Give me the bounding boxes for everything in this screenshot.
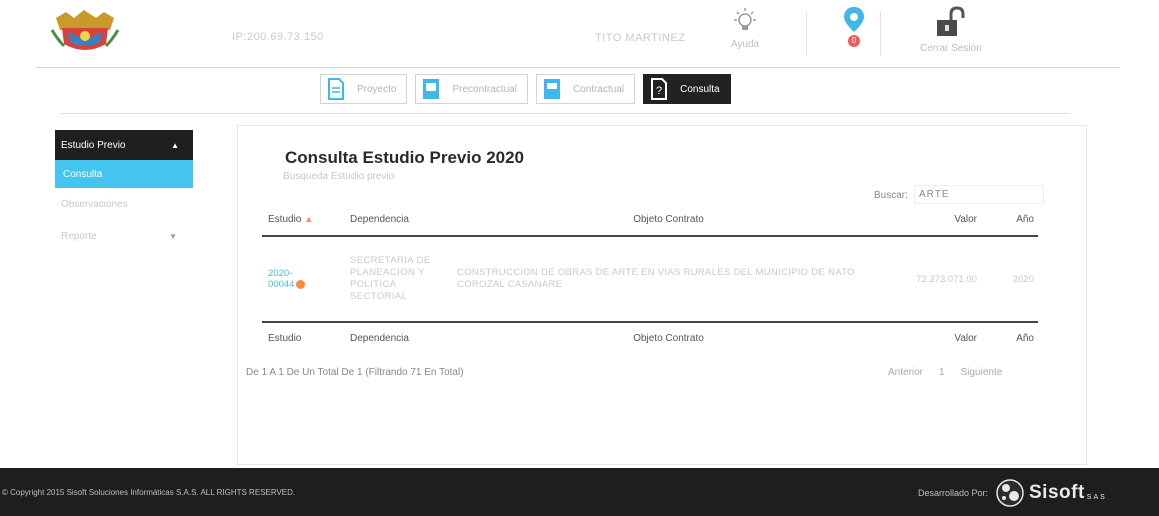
column-header-dependencia[interactable]: Dependencia	[349, 203, 449, 237]
footer: © Copyright 2015 Sisoft Soluciones Infor…	[0, 468, 1159, 516]
table-header-row: Estudio ▲ Dependencia Objeto Contrato Val…	[262, 203, 1038, 237]
ip-address: IP:200.69.73.150	[232, 31, 324, 43]
chevron-down-icon: ▼	[169, 231, 177, 241]
pagination-page-1[interactable]: 1	[939, 367, 945, 378]
svg-text:?: ?	[656, 85, 662, 97]
developed-by-label: Desarrollado Por:	[918, 488, 989, 498]
page-title: Consulta Estudio Previo 2020	[285, 148, 525, 167]
search-input[interactable]	[914, 185, 1044, 204]
sort-icon: ▲	[304, 213, 314, 224]
tab-label: Precontractual	[452, 83, 517, 95]
column-footer-objeto: Objeto Contrato	[449, 321, 888, 353]
tab-label: Consulta	[680, 83, 720, 95]
tab-consulta[interactable]: ? Consulta	[643, 74, 731, 104]
results-table: Estudio ▲ Dependencia Objeto Contrato Val…	[262, 203, 1038, 353]
tab-label: Contractual	[572, 83, 625, 95]
tab-contractual[interactable]: Contractual	[535, 74, 636, 104]
sidebar-item-observaciones[interactable]: Observaciones	[55, 188, 193, 220]
module-tabs: Proyecto Precontractual Contractual ? Co…	[320, 74, 731, 104]
logout-button[interactable]: Cerrar Sesión	[920, 6, 982, 54]
column-footer-valor: Valor	[888, 321, 983, 353]
page-subtitle: Busqueda Estudio previo	[283, 171, 395, 182]
table-row: 2020- 00044 SECRETARIA DE PLANEACION Y PO…	[262, 236, 1038, 323]
search-label: Buscar:	[874, 190, 908, 201]
document-filled-icon	[541, 78, 563, 100]
pagination-next[interactable]: Siguiente	[961, 367, 1003, 378]
tab-label: Proyecto	[357, 83, 397, 95]
pagination-previous[interactable]: Anterior	[888, 367, 923, 378]
question-document-icon: ?	[648, 78, 670, 100]
sidebar-item-label: Consulta	[63, 168, 103, 180]
table-info: De 1 A 1 De Un Total De 1 (Filtrando 71 …	[246, 367, 464, 378]
notifications-button[interactable]: 0	[842, 6, 866, 47]
tab-proyecto[interactable]: Proyecto	[320, 74, 408, 104]
sisoft-suffix: SAS	[1086, 493, 1107, 501]
column-header-estudio[interactable]: Estudio ▲	[262, 203, 349, 237]
sisoft-brand: Sisoft	[1029, 482, 1085, 503]
top-bar: IP:200.69.73.150 TITO MARTINEZ Ayuda 0 C…	[0, 0, 1159, 70]
ano-cell: 2020	[983, 236, 1038, 323]
sidebar-section-label: Estudio Previo	[61, 139, 126, 151]
municipality-logo	[50, 10, 120, 54]
logout-label: Cerrar Sesión	[920, 43, 982, 54]
column-footer-estudio: Estudio	[262, 321, 349, 353]
user-name: TITO MARTINEZ	[595, 32, 686, 44]
sisoft-globe-icon	[996, 479, 1024, 507]
column-footer-dependencia: Dependencia	[349, 321, 449, 353]
notification-badge: 0	[848, 35, 860, 47]
column-header-ano[interactable]: Año	[983, 203, 1038, 237]
caret-up-icon: ▲	[171, 140, 179, 150]
sidebar-item-label: Reporte	[61, 230, 97, 242]
sidebar-item-label: Observaciones	[61, 198, 128, 210]
tag-icon	[296, 279, 306, 289]
content-panel: Consulta Estudio Previo 2020 Busqueda Es…	[237, 125, 1087, 465]
document-icon	[325, 78, 347, 100]
header-divider	[36, 67, 1120, 68]
tab-precontractual[interactable]: Precontractual	[415, 74, 528, 104]
help-label: Ayuda	[730, 39, 760, 50]
valor-cell: 72.273.071.00	[888, 236, 983, 323]
column-footer-ano: Año	[983, 321, 1038, 353]
unlock-icon	[936, 6, 965, 36]
estudio-cell: 2020- 00044	[262, 236, 349, 323]
separator	[806, 12, 807, 56]
map-pin-icon	[844, 7, 864, 32]
sidebar-item-consulta[interactable]: Consulta	[55, 160, 193, 188]
objeto-cell: CONSTRUCCION DE OBRAS DE ARTE EN VIAS RU…	[449, 236, 888, 323]
table-footer-row: Estudio Dependencia Objeto Contrato Valo…	[262, 321, 1038, 353]
sidebar: Estudio Previo ▲ Consulta Observaciones …	[55, 130, 193, 252]
sidebar-item-reporte[interactable]: Reporte ▼	[55, 220, 193, 252]
pagination: Anterior 1 Siguiente	[888, 367, 1002, 378]
document-filled-icon	[420, 78, 442, 100]
sidebar-section-estudio-previo[interactable]: Estudio Previo ▲	[55, 130, 193, 160]
column-header-valor[interactable]: Valor	[888, 203, 983, 237]
tabs-divider	[60, 113, 1070, 114]
estudio-link[interactable]: 2020- 00044	[268, 268, 294, 290]
copyright-text: © Copyright 2015 Sisoft Soluciones Infor…	[2, 488, 296, 497]
help-button[interactable]: Ayuda	[730, 6, 760, 50]
separator	[880, 12, 881, 56]
dependencia-cell: SECRETARIA DE PLANEACION Y POLITICA SECT…	[349, 236, 449, 323]
column-header-objeto[interactable]: Objeto Contrato	[449, 203, 888, 237]
lightbulb-icon	[734, 8, 756, 30]
sisoft-logo: Sisoft SAS	[995, 478, 1155, 508]
